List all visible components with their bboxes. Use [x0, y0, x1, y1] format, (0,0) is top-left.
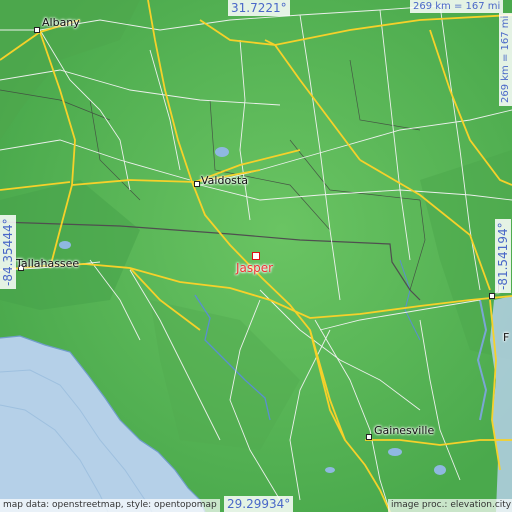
jasper-marker[interactable]: [252, 252, 260, 260]
right-longitude-label: -81.54194°: [495, 219, 511, 293]
albany-marker: [34, 27, 40, 33]
lake: [325, 467, 335, 473]
map-view[interactable]: Albany Valdosta Tallahassee Gainesville …: [0, 0, 512, 512]
jasper-label: Jasper: [236, 261, 274, 275]
map-credit: map data: openstreetmap, style: opentopo…: [0, 499, 220, 512]
gainesville-marker: [366, 434, 372, 440]
lake: [215, 147, 229, 157]
left-longitude-label: -84.35444°: [0, 215, 16, 289]
horizontal-scale-label: 269 km = 167 mi: [410, 0, 504, 13]
vertical-scale-label: 269 km = 167 mi: [499, 12, 512, 106]
fernandina-label: F: [503, 331, 510, 344]
lake: [59, 241, 71, 249]
gainesville-label: Gainesville: [374, 424, 435, 437]
bottom-latitude-label: 29.29934°: [224, 496, 294, 512]
albany-label: Albany: [42, 16, 80, 29]
valdosta-label: Valdosta: [201, 174, 248, 187]
top-latitude-label: 31.7221°: [228, 0, 290, 16]
valdosta-marker: [194, 181, 200, 187]
image-credit: image proc.: elevation.city: [388, 499, 512, 512]
lake: [388, 448, 402, 456]
lake: [434, 465, 446, 475]
jacksonville-marker: [489, 293, 495, 299]
tallahassee-label: Tallahassee: [16, 257, 80, 270]
